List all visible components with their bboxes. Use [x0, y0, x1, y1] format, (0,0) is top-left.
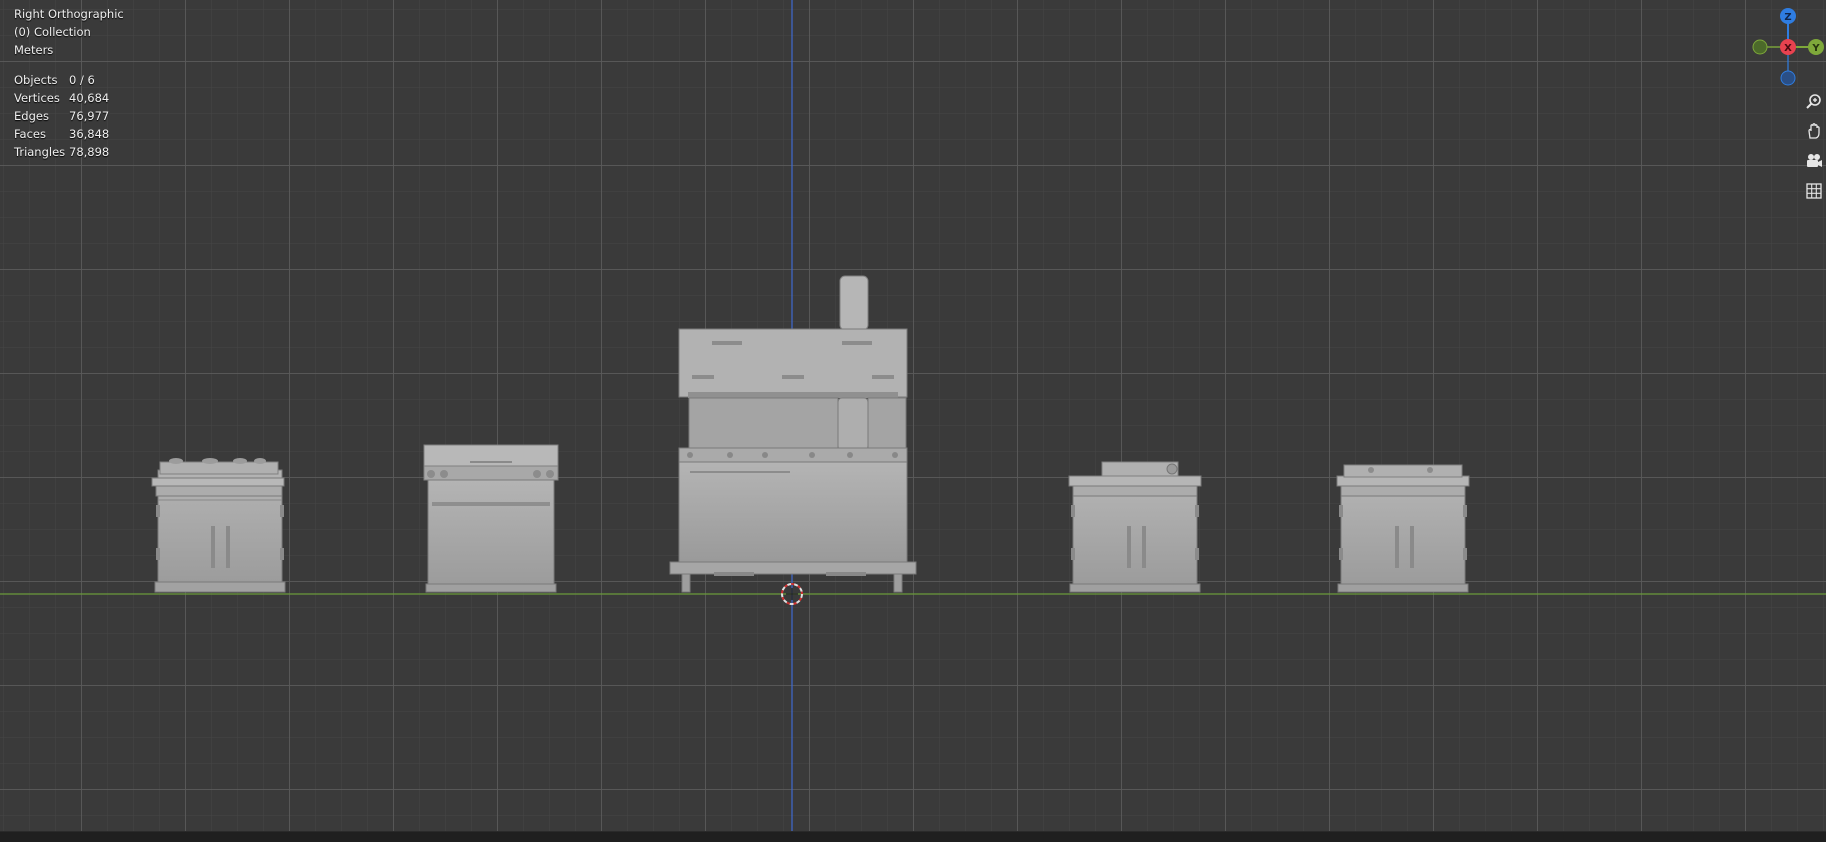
gizmo-x-label: X [1784, 43, 1792, 54]
scene-render [0, 0, 1826, 831]
stat-objects: Objects 0 / 6 [14, 71, 124, 89]
neg-z-axis-handle[interactable] [1780, 70, 1796, 86]
stat-label: Triangles [14, 145, 66, 159]
stat-faces: Faces 36,848 [14, 125, 124, 143]
stat-label: Objects [14, 73, 58, 87]
y-axis-handle[interactable]: Y [1808, 39, 1824, 55]
toggle-ortho-button[interactable] [1803, 180, 1825, 202]
stove-object-2[interactable] [423, 444, 559, 593]
collection-name: (0) Collection [14, 25, 91, 39]
z-axis-handle[interactable]: Z [1780, 8, 1796, 24]
stat-label: Faces [14, 127, 46, 141]
x-axis-handle[interactable]: X [1780, 39, 1796, 55]
stat-vertices: Vertices 40,684 [14, 89, 124, 107]
navigation-gizmo[interactable]: Z X Y [1744, 4, 1826, 88]
stat-value: 36,848 [69, 127, 110, 141]
stove-object-4[interactable] [1068, 461, 1202, 593]
unit-system: Meters [14, 43, 54, 57]
zoom-view-button[interactable] [1803, 91, 1825, 113]
camera-view-button[interactable] [1803, 150, 1825, 172]
stove-object-3[interactable] [669, 275, 917, 593]
zoom-icon [1806, 94, 1821, 109]
stove-object-1[interactable] [151, 458, 286, 593]
stat-value: 0 / 6 [69, 73, 95, 87]
neg-y-axis-handle[interactable] [1752, 39, 1768, 55]
stove-object-5[interactable] [1336, 464, 1470, 593]
status-bar [0, 831, 1826, 842]
stat-label: Vertices [14, 91, 60, 105]
gizmo-z-label: Z [1784, 12, 1791, 23]
stat-edges: Edges 76,977 [14, 107, 124, 125]
3d-viewport[interactable]: Right Orthographic (0) Collection Meters… [0, 0, 1826, 842]
camera-icon [1807, 154, 1822, 167]
hand-pan-icon [1808, 123, 1820, 139]
viewport-info-overlay: Right Orthographic (0) Collection Meters… [14, 5, 124, 161]
stat-value: 78,898 [69, 145, 110, 159]
stat-triangles: Triangles 78,898 [14, 143, 124, 161]
stat-label: Edges [14, 109, 49, 123]
pan-view-button[interactable] [1803, 120, 1825, 142]
gizmo-y-label: Y [1811, 43, 1820, 54]
view-name: Right Orthographic [14, 7, 124, 21]
stat-value: 76,977 [69, 109, 110, 123]
stat-value: 40,684 [69, 91, 110, 105]
grid-icon [1806, 183, 1822, 199]
